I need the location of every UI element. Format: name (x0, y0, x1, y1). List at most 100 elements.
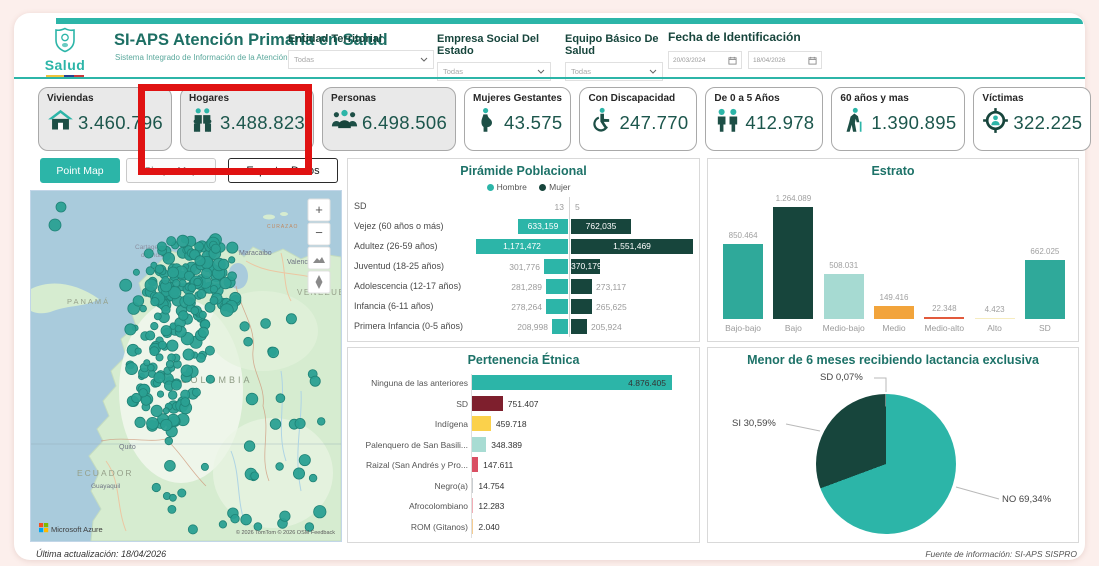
pyramid-legend: Hombre Mujer (348, 182, 699, 192)
chart-title: Pertenencia Étnica (467, 353, 580, 367)
kpi-value: 3.488.823 (220, 112, 306, 133)
bar-hombre[interactable] (544, 259, 568, 274)
kpi-card-viviendas[interactable]: Viviendas 3.460.796 (38, 87, 173, 151)
export-data-button[interactable]: Exportar Datos (228, 158, 338, 183)
kpi-label: 60 años y mas (840, 93, 909, 104)
kpi-label: Hogares (189, 93, 230, 104)
bar-etnia[interactable] (472, 395, 503, 411)
bar-alto[interactable] (974, 317, 1015, 319)
bar-value: 850.464 (728, 231, 758, 240)
filter-label: Entidad Territorial (288, 33, 382, 45)
chart-title: Pirámide Poblacional (460, 164, 587, 178)
bar-sd[interactable] (1024, 260, 1065, 319)
bar-value: 1.264.089 (775, 194, 812, 203)
kpi-card-60-a-os-y-mas[interactable]: 60 años y mas 1.390.895 (831, 87, 966, 151)
pyramid-row: Juventud (18-25 años) 301,776 370,179 (354, 257, 695, 277)
map-copyright: © 2026 TomTom © 2026 OSM Feedback (236, 529, 335, 536)
wheelchair-icon (588, 107, 615, 139)
kpi-card-con-discapacidad[interactable]: Con Discapacidad 247.770 (579, 87, 698, 151)
bar-value: 12.283 (478, 501, 505, 511)
legend-label-mujer: Mujer (549, 182, 571, 192)
bar-bajo-bajo[interactable] (723, 244, 764, 319)
filter-dropdown[interactable]: Todas (288, 50, 434, 69)
legend-dot-mujer (539, 184, 547, 191)
source-text: Fuente de información: SI-APS SISPRO (925, 549, 1077, 559)
pyramid-row: Primera Infancia (0-5 años) 208,998 205,92… (354, 317, 695, 337)
bar-etnia[interactable] (472, 518, 474, 534)
bar-value: 265,625 (596, 302, 627, 312)
bar-etnia[interactable] (472, 416, 491, 431)
pyramid-category: Vejez (60 años o más) (354, 221, 444, 231)
bar-value: 370,179 (571, 261, 602, 271)
bar-category: ROM (Gitanos) (410, 521, 468, 532)
kpi-label: Víctimas (982, 93, 1024, 104)
bar-value: 762,035 (585, 221, 617, 231)
bar-category: Raizal (San Andrés y Pro... (365, 460, 468, 470)
pyramid-category: Adultez (26-59 años) (354, 241, 438, 251)
bar-bajo[interactable] (773, 207, 814, 319)
bar-etnia[interactable] (472, 457, 479, 472)
kpi-card-v-ctimas[interactable]: Víctimas 322.225 (973, 87, 1092, 151)
bar-mujer[interactable] (571, 279, 592, 294)
bar-value: 1,171,472 (503, 241, 541, 251)
date-start-value: 20/03/2024 (673, 56, 706, 64)
dashboard-card: Salud SI-APS Atención Primaria en Salud … (14, 13, 1092, 560)
point-map[interactable]: COLOMBIA Cartagena de Indias CURAZAO Mar… (30, 190, 342, 542)
svg-text:PANAMÁ: PANAMÁ (67, 297, 110, 306)
bar-medio-bajo[interactable] (823, 274, 864, 319)
bar-value: 13 (554, 202, 564, 212)
panel-lactancia: Menor de 6 meses recibiendo lactancia ex… (707, 347, 1079, 543)
bar-hombre[interactable] (546, 279, 568, 294)
bar-mujer[interactable] (571, 299, 592, 314)
svg-text:CURAZAO: CURAZAO (267, 224, 298, 230)
bar-value: 5 (575, 202, 580, 212)
date-end-input[interactable]: 18/04/2026 (748, 51, 822, 69)
svg-text:Maracaibo: Maracaibo (239, 250, 272, 257)
bar-hombre[interactable] (552, 319, 568, 334)
shape-map-button[interactable]: Shape Map (126, 158, 216, 183)
bar-value: 14.754 (478, 480, 505, 491)
last-update-text: Última actualización: 18/04/2026 (36, 549, 167, 559)
bar-hombre[interactable] (546, 299, 568, 314)
chevron-down-icon (649, 69, 657, 74)
svg-text:Microsoft Azure: Microsoft Azure (51, 525, 103, 534)
kpi-label: Personas (331, 93, 377, 104)
date-start-input[interactable]: 20/03/2024 (668, 51, 742, 69)
bar-value: 4.423 (984, 304, 1005, 314)
kpi-label: De 0 a 5 Años (714, 93, 780, 104)
kpi-label: Viviendas (47, 93, 94, 104)
chart-title: Estrato (871, 164, 915, 178)
kpi-card-hogares[interactable]: Hogares 3.488.823 (180, 87, 315, 151)
bar-etnia[interactable] (472, 498, 474, 513)
bar-value: 751.407 (507, 398, 539, 409)
bar-value: 2.040 (478, 521, 500, 532)
kpi-card-de-0-a-5-a-os[interactable]: De 0 a 5 Años 412.978 (705, 87, 824, 151)
filter-value: Todas (294, 55, 315, 64)
point-map-button[interactable]: Point Map (40, 158, 120, 183)
kpi-value: 1.390.895 (871, 112, 957, 133)
bar-value: 281,289 (511, 282, 542, 292)
bar-medio-alto[interactable] (924, 317, 965, 319)
filter-label: Empresa Social Del Estado (437, 33, 540, 57)
kpi-value: 6.498.506 (362, 112, 448, 133)
svg-text:ECUADOR: ECUADOR (77, 468, 134, 478)
panel-piramide-poblacional: Pirámide Poblacional Hombre Mujer SD 13 5 V… (347, 158, 700, 342)
kpi-value: 247.770 (619, 112, 689, 133)
bar-etnia[interactable] (472, 477, 474, 493)
bar-category: Palenquero de San Basili... (365, 439, 468, 450)
filter-value: Todas (571, 67, 592, 76)
bar-value: 273,117 (596, 282, 627, 292)
panel-estrato: Estrato 850.464 Bajo-bajo 1.264.089 Bajo… (707, 158, 1079, 342)
kpi-card-personas[interactable]: Personas 6.498.506 (322, 87, 457, 151)
calendar-icon (808, 56, 817, 65)
kpi-card-mujeres-gestantes[interactable]: Mujeres Gestantes 43.575 (464, 87, 572, 151)
pie-label-sd: SD 0,07% (820, 372, 863, 383)
bar-value: 208,998 (517, 322, 548, 332)
bar-value: 147.611 (483, 460, 514, 470)
bar-etnia[interactable] (472, 436, 487, 452)
bar-mujer[interactable] (571, 319, 587, 334)
bar-medio[interactable] (874, 306, 914, 319)
victim-icon (982, 107, 1009, 139)
bar-value: 508.031 (829, 261, 859, 270)
pie-chart[interactable] (816, 394, 956, 534)
